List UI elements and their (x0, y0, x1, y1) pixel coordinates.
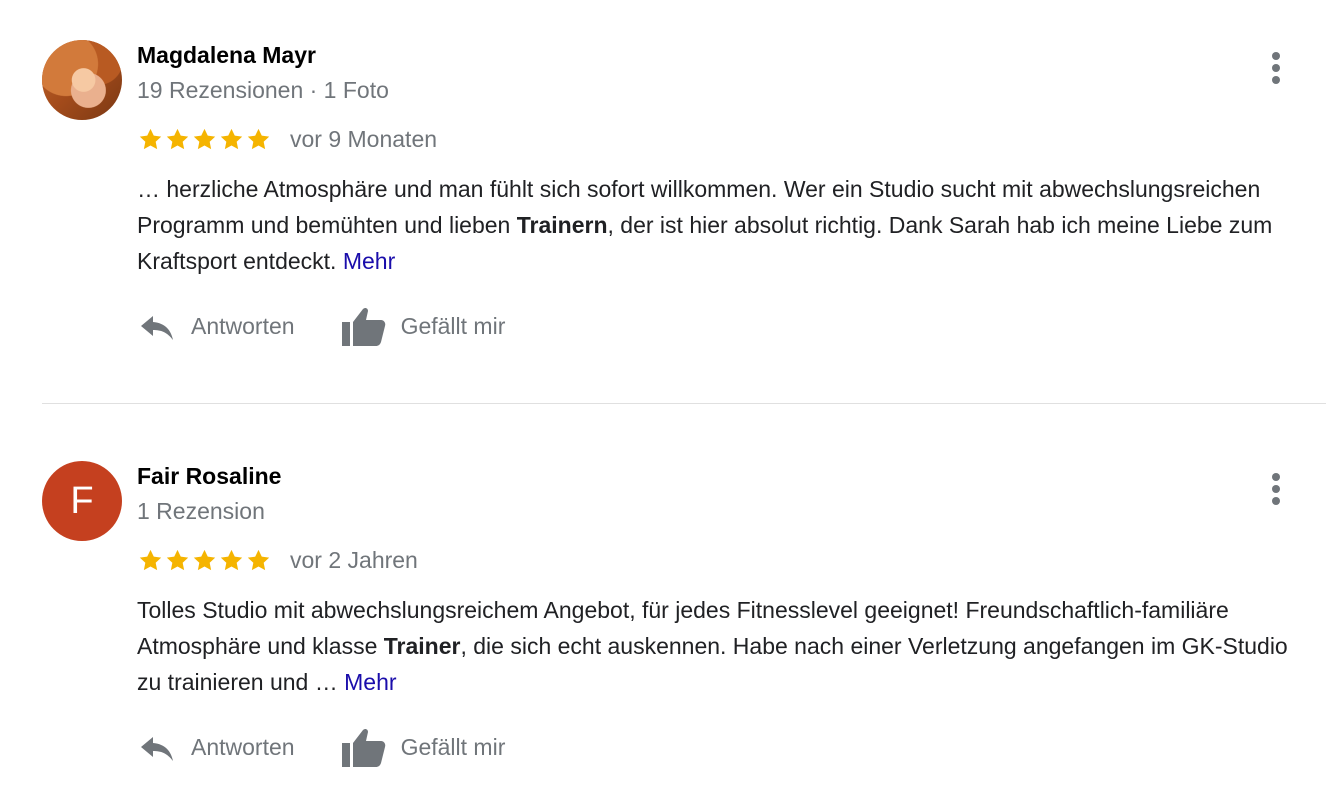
rating-row: vor 9 Monaten (137, 124, 437, 154)
reply-label: Antworten (191, 312, 295, 339)
more-vert-icon[interactable] (1262, 471, 1290, 507)
more-vert-icon[interactable] (1262, 50, 1290, 86)
rating-row: vor 2 Jahren (137, 545, 418, 575)
star-icon (166, 549, 189, 570)
thumbs-up-icon (341, 307, 385, 346)
star-icon (220, 549, 243, 570)
reviewer-name[interactable]: Magdalena Mayr (137, 40, 316, 70)
review-actions: Antworten Gefällt mir (137, 304, 505, 348)
reply-button[interactable]: Antworten (137, 731, 295, 763)
star-icon (193, 549, 216, 570)
star-icon (247, 549, 270, 570)
review-text: … herzliche Atmosphäre und man fühlt sic… (137, 171, 1317, 279)
star-icon (247, 128, 270, 149)
review-text: Tolles Studio mit abwechslungsreichem An… (137, 592, 1317, 700)
star-icon (220, 128, 243, 149)
avatar[interactable] (42, 40, 122, 120)
review-actions: Antworten Gefällt mir (137, 725, 505, 769)
more-link[interactable]: Mehr (344, 669, 396, 695)
review-text-highlight: Trainer (383, 633, 461, 659)
reply-label: Antworten (191, 733, 295, 760)
reviewer-meta: 19 Rezensionen · 1 Foto (137, 77, 389, 103)
reply-icon (141, 316, 173, 340)
like-label: Gefällt mir (400, 733, 506, 760)
divider (42, 403, 1326, 404)
reply-button[interactable]: Antworten (137, 310, 295, 342)
star-icon (193, 128, 216, 149)
star-rating (137, 126, 272, 153)
like-button[interactable]: Gefällt mir (341, 305, 506, 347)
more-link[interactable]: Mehr (343, 248, 395, 274)
review-date: vor 2 Jahren (290, 547, 418, 573)
star-icon (166, 128, 189, 149)
reply-icon (141, 737, 173, 761)
avatar-letter: F (42, 461, 122, 541)
review-text-highlight: Trainern (516, 212, 608, 238)
avatar[interactable]: F (42, 461, 122, 541)
review-card: Magdalena Mayr 19 Rezensionen · 1 Foto v… (0, 0, 1326, 404)
avatar-photo (42, 40, 122, 120)
review-card: F Fair Rosaline 1 Rezension vor 2 Jahren… (0, 421, 1326, 786)
star-icon (139, 549, 162, 570)
star-rating (137, 547, 272, 574)
reviewer-name[interactable]: Fair Rosaline (137, 461, 281, 491)
thumbs-up-icon (341, 728, 385, 767)
like-button[interactable]: Gefällt mir (341, 726, 506, 768)
reviewer-meta: 1 Rezension (137, 498, 265, 524)
like-label: Gefällt mir (400, 312, 506, 339)
star-icon (139, 128, 162, 149)
review-date: vor 9 Monaten (290, 126, 438, 152)
